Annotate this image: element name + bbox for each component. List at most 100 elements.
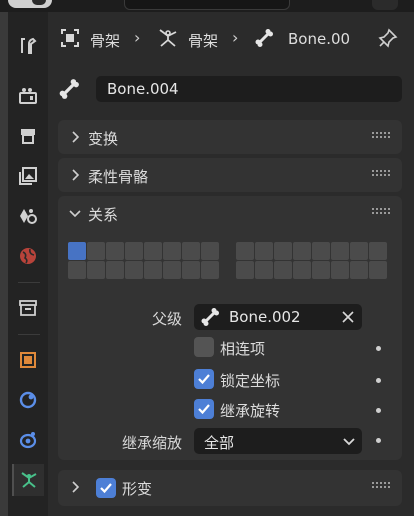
panel-transform-header[interactable]: 变换	[58, 120, 402, 154]
armature-data-icon	[21, 472, 37, 488]
parent-bone-value: Bone.002	[229, 308, 301, 326]
output-icon	[21, 129, 35, 144]
chevron-down-icon	[343, 438, 355, 446]
close-icon[interactable]	[340, 309, 356, 325]
bone-layer-toggle[interactable]	[144, 242, 162, 260]
tab-object[interactable]	[12, 344, 44, 376]
bone-name-field[interactable]: Bone.004	[96, 76, 402, 102]
panel-transform-title: 变换	[88, 130, 119, 148]
tab-armature-data[interactable]	[12, 464, 44, 496]
panel-relations-header[interactable]: 关系	[58, 196, 402, 230]
armature-icon	[159, 29, 177, 47]
bone-icon	[59, 79, 79, 99]
keyframe-dot-icon[interactable]	[376, 408, 381, 413]
panel-deform-header[interactable]: 形变	[58, 470, 402, 504]
bone-layer-toggle[interactable]	[68, 261, 86, 279]
pin-icon[interactable]	[378, 28, 398, 48]
bone-layer-toggle[interactable]	[144, 261, 162, 279]
bone-layer-toggle[interactable]	[182, 242, 200, 260]
tab-collection[interactable]	[12, 292, 44, 324]
bone-layer-toggle[interactable]	[68, 242, 86, 260]
physics-icon	[19, 432, 37, 449]
panel-bendy-bones-header[interactable]: 柔性骨骼	[58, 158, 402, 192]
tab-world[interactable]	[12, 240, 44, 272]
local-location-checkbox[interactable]	[194, 369, 214, 389]
bone-layer-toggle[interactable]	[125, 242, 143, 260]
bone-layer-toggle[interactable]	[369, 242, 387, 260]
bone-layer-toggle[interactable]	[163, 261, 181, 279]
tab-modifier[interactable]	[12, 384, 44, 416]
search-field[interactable]	[124, 0, 290, 10]
top-header	[0, 0, 414, 12]
editor-type-toggle[interactable]	[8, 0, 52, 8]
bone-layer-toggle[interactable]	[87, 261, 105, 279]
checkmark-icon	[198, 374, 210, 385]
inherit-scale-select[interactable]: 全部	[194, 428, 362, 454]
drag-handle-icon[interactable]	[372, 132, 390, 142]
bone-icon	[201, 308, 219, 326]
bone-layer-toggle[interactable]	[201, 261, 219, 279]
armature-object-icon	[61, 29, 79, 47]
tab-tool[interactable]	[12, 30, 44, 62]
panel-transform: 变换	[58, 120, 402, 154]
options-button[interactable]	[372, 0, 398, 10]
bone-layer-toggle[interactable]	[255, 261, 273, 279]
keyframe-dot-icon[interactable]	[376, 438, 381, 443]
bone-layer-toggle[interactable]	[331, 261, 349, 279]
properties-editor: 骨架 › 骨架 › Bone.00 Bone.004 变换 柔性骨骼 关系 父级…	[48, 12, 414, 516]
bone-layer-toggle[interactable]	[106, 242, 124, 260]
modifier-icon	[19, 391, 37, 409]
bone-layer-toggle[interactable]	[236, 242, 254, 260]
scene-icon	[20, 209, 37, 224]
render-icon	[19, 88, 37, 104]
tab-physics[interactable]	[12, 424, 44, 456]
tab-output[interactable]	[12, 120, 44, 152]
bone-layer-toggle[interactable]	[312, 242, 330, 260]
chevron-right-icon	[72, 131, 80, 143]
inherit-scale-value: 全部	[204, 434, 235, 452]
inherit-rotation-checkbox[interactable]	[194, 399, 214, 419]
chevron-right-icon	[72, 169, 80, 181]
deform-checkbox[interactable]	[96, 478, 116, 498]
chevron-right-icon: ›	[232, 28, 239, 47]
bone-layer-toggle[interactable]	[182, 261, 200, 279]
bone-layer-toggle[interactable]	[201, 242, 219, 260]
breadcrumb: 骨架 › 骨架 › Bone.00	[48, 22, 414, 54]
tab-view-layer[interactable]	[12, 160, 44, 192]
bone-layer-toggle[interactable]	[106, 261, 124, 279]
checkmark-icon	[198, 404, 210, 415]
bone-layer-toggle[interactable]	[350, 242, 368, 260]
bone-layer-toggle[interactable]	[369, 261, 387, 279]
world-icon	[20, 248, 36, 264]
tab-separator	[18, 282, 40, 283]
bone-layer-toggle[interactable]	[312, 261, 330, 279]
tool-icon	[21, 37, 37, 54]
bone-layer-toggle[interactable]	[87, 242, 105, 260]
bone-layer-toggle[interactable]	[293, 242, 311, 260]
keyframe-dot-icon[interactable]	[376, 378, 381, 383]
bone-layer-toggle[interactable]	[331, 242, 349, 260]
bone-layer-toggle[interactable]	[163, 242, 181, 260]
panel-bendy-bones: 柔性骨骼	[58, 158, 402, 192]
bone-layer-toggle[interactable]	[255, 242, 273, 260]
tab-scene[interactable]	[12, 200, 44, 232]
bone-layer-toggle[interactable]	[236, 261, 254, 279]
bone-layer-toggle[interactable]	[350, 261, 368, 279]
bone-layer-toggle[interactable]	[293, 261, 311, 279]
drag-handle-icon[interactable]	[372, 482, 390, 492]
bone-layer-toggle[interactable]	[274, 242, 292, 260]
inherit-scale-label: 继承缩放	[121, 434, 182, 452]
object-icon	[20, 352, 36, 368]
keyframe-dot-icon[interactable]	[376, 346, 381, 351]
bone-layer-toggle[interactable]	[125, 261, 143, 279]
tab-render[interactable]	[12, 80, 44, 112]
parent-bone-field[interactable]: Bone.002	[194, 304, 362, 330]
view-layer-icon	[19, 167, 37, 185]
bone-layer-toggle[interactable]	[274, 261, 292, 279]
connected-label: 相连项	[220, 340, 266, 358]
connected-checkbox[interactable]	[194, 337, 214, 357]
left-region-edge	[0, 12, 8, 516]
drag-handle-icon[interactable]	[372, 170, 390, 180]
drag-handle-icon[interactable]	[372, 208, 390, 218]
breadcrumb-object: 骨架	[90, 32, 121, 50]
